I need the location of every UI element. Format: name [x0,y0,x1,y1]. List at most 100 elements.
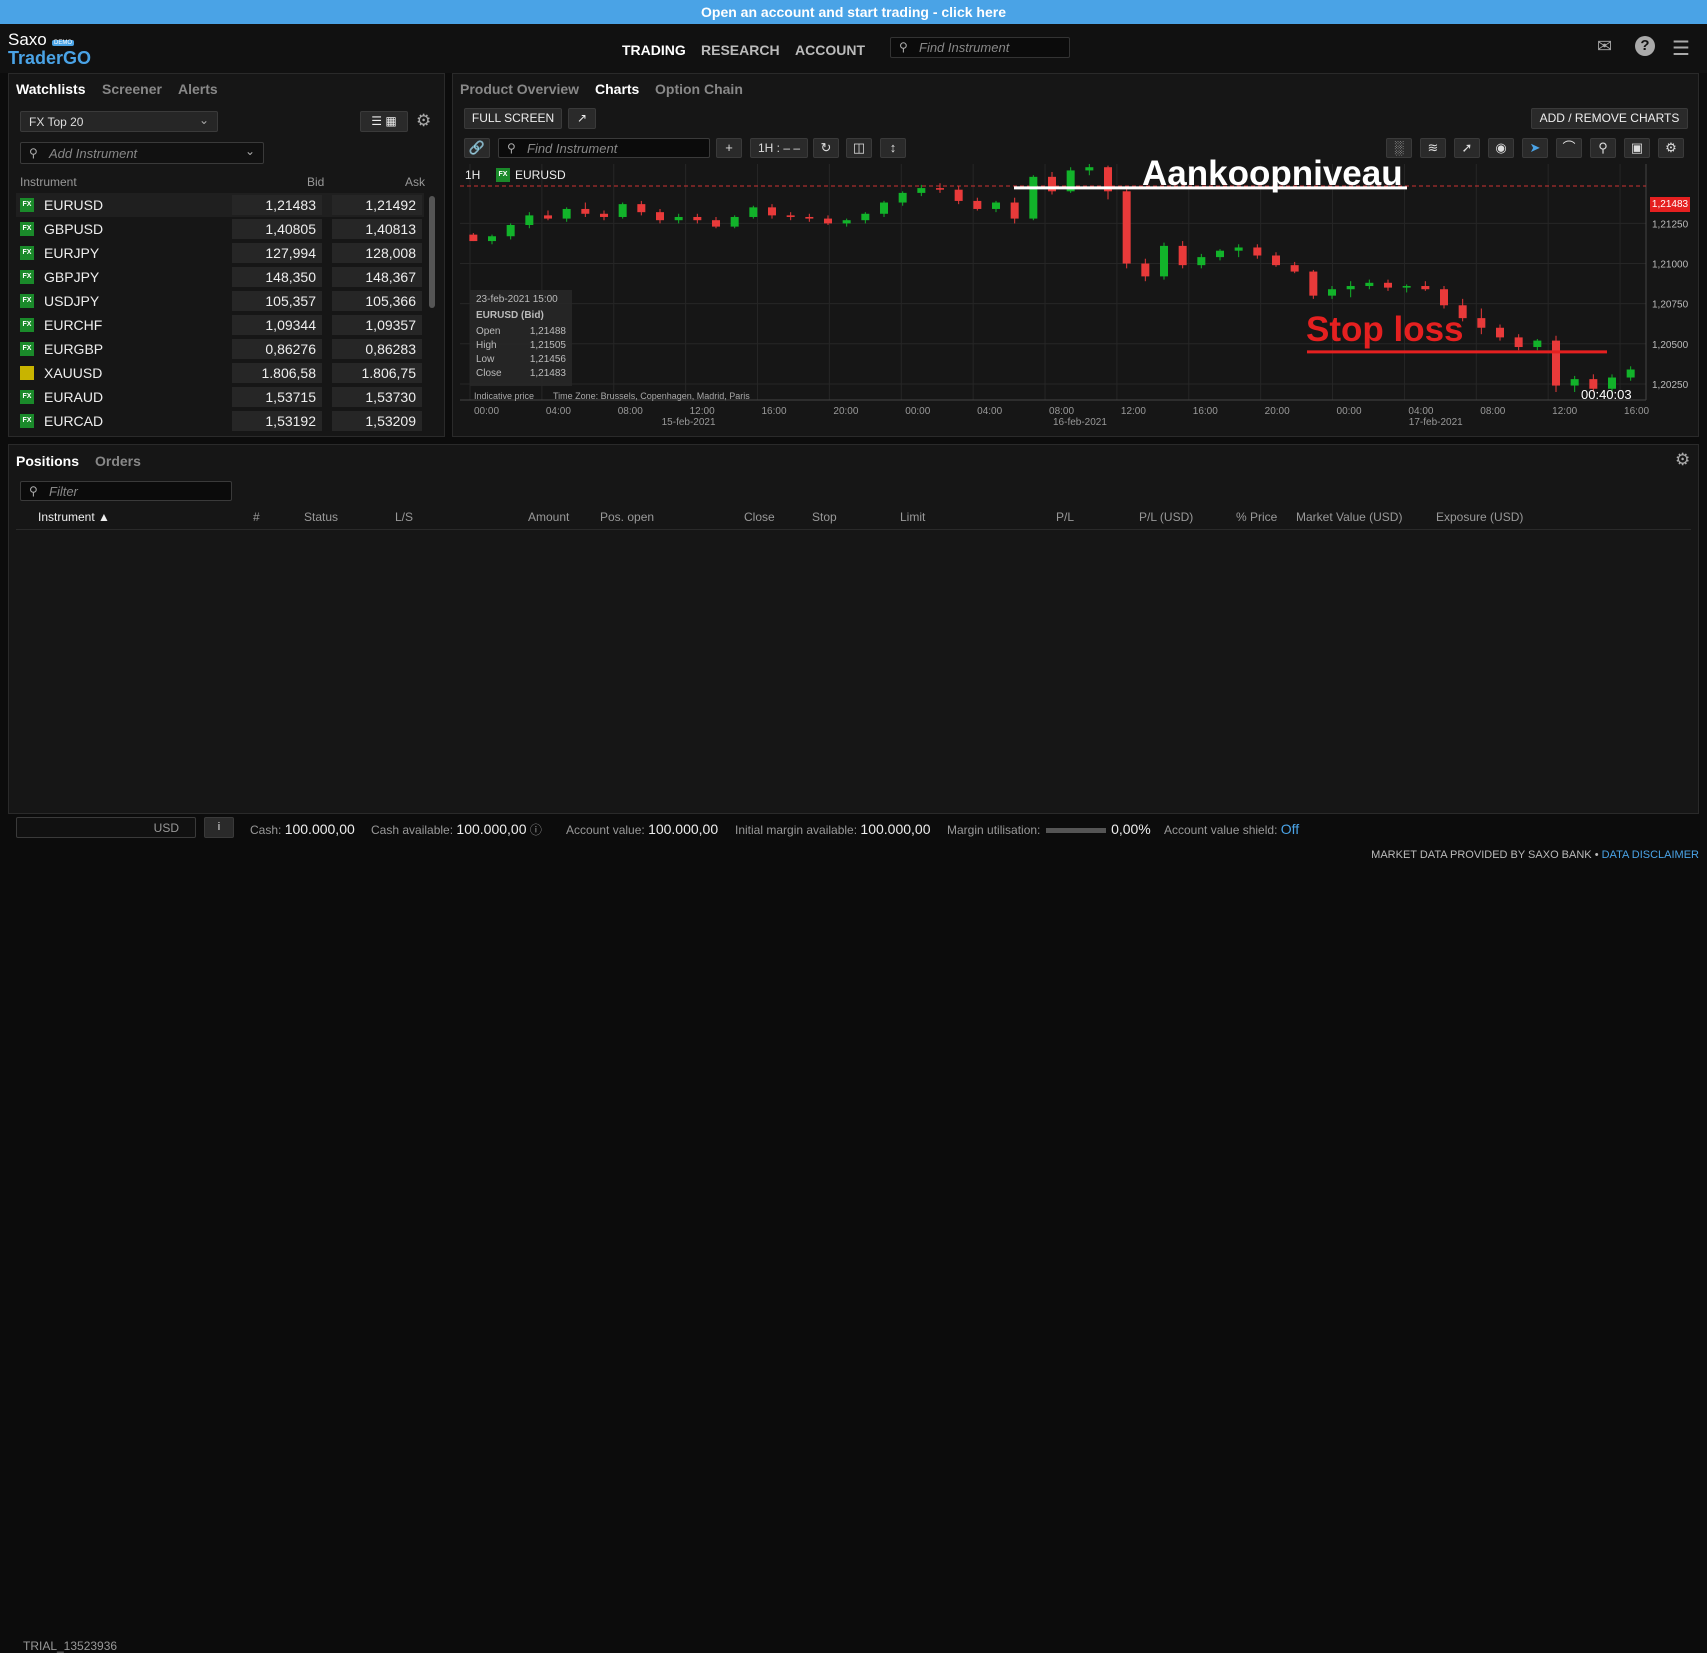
full-screen-button[interactable]: FULL SCREEN [464,108,562,129]
data-disclaimer-link[interactable]: DATA DISCLAIMER [1602,849,1699,861]
timeframe-button[interactable]: 1H : – – [750,138,808,158]
tab-positions[interactable]: Positions [16,453,79,469]
refresh-icon[interactable]: ↻ [813,138,839,158]
col-p-l[interactable]: P/L [1056,510,1074,524]
bid-price[interactable]: 1,09344 [232,315,322,335]
tab-orders[interactable]: Orders [95,453,141,469]
watchlist-row[interactable]: FX EURUSD 1,21483 1,21492 [16,193,424,217]
tab-alerts[interactable]: Alerts [178,81,218,97]
account-select[interactable]: TRIAL_13523936 USD [16,817,196,1653]
header-search-input[interactable]: ⚲ Find Instrument [890,37,1070,58]
info-icon[interactable]: ⓘ [530,823,542,837]
ask-price[interactable]: 1.806,75 [332,363,422,383]
tab-watchlists[interactable]: Watchlists [16,81,86,97]
chart-type-icon[interactable]: ◫ [846,138,872,158]
col-instrument[interactable]: Instrument [20,175,77,189]
curve-icon[interactable]: ⌒ [1556,138,1582,158]
account-info-button[interactable]: i [204,817,234,838]
col-exposure-usd[interactable]: Exposure (USD) [1436,510,1523,524]
watchlist-select[interactable]: FX Top 20 ⌄ [20,111,218,132]
instrument-name: XAUUSD [44,365,103,381]
watchlist-row[interactable]: GOLD XAUUSD 1.806,58 1.806,75 [16,361,424,385]
col-instrument[interactable]: Instrument ▲ [38,510,110,524]
camera-icon[interactable]: ▣ [1624,138,1650,158]
vertical-resize-icon[interactable]: ↕ [880,138,906,158]
bid-price[interactable]: 0,86276 [232,339,322,359]
col-bid[interactable]: Bid [307,175,324,189]
add-chart-icon[interactable]: + [716,138,742,158]
list-view-icon[interactable]: ☰ [371,114,382,128]
draw-line-icon[interactable]: ➚ [1454,138,1480,158]
margin-bar [1045,828,1106,834]
tab-screener[interactable]: Screener [102,81,162,97]
eye-icon[interactable]: ◉ [1488,138,1514,158]
ask-price[interactable]: 128,008 [332,243,422,263]
bid-price[interactable]: 1.806,58 [232,363,322,383]
bid-price[interactable]: 1,21483 [232,195,322,215]
gear-icon[interactable]: ⚙ [1675,450,1690,470]
col-price[interactable]: % Price [1236,510,1277,524]
col-pos-open[interactable]: Pos. open [600,510,654,524]
tab-option-chain[interactable]: Option Chain [655,81,743,97]
col-limit[interactable]: Limit [900,510,925,524]
add-instrument-input[interactable]: ⚲ Add Instrument ⌄ [20,142,264,164]
col-market-value-usd[interactable]: Market Value (USD) [1296,510,1402,524]
col-stop[interactable]: Stop [812,510,837,524]
link-icon[interactable]: 🔗 [464,138,490,158]
nav-trading[interactable]: TRADING [622,42,686,58]
bid-price[interactable]: 1,53192 [232,411,322,431]
scrollbar[interactable] [429,196,435,308]
app-header: Saxo DEMO TraderGO TRADING RESEARCH ACCO… [0,24,1707,73]
tab-charts[interactable]: Charts [595,81,639,97]
help-icon[interactable]: ? [1635,36,1655,56]
menu-icon[interactable]: ☰ [1672,36,1690,61]
filter-input[interactable]: ⚲ Filter [20,481,232,501]
tab-product-overview[interactable]: Product Overview [460,81,579,97]
watchlist-row[interactable]: FX EURAUD 1,53715 1,53730 [16,385,424,409]
ask-price[interactable]: 1,09357 [332,315,422,335]
x-tick-label: 00:00 [474,406,499,417]
watchlist-row[interactable]: FX EURJPY 127,994 128,008 [16,241,424,265]
price-chart[interactable]: 00:00 04:00 08:00 12:00 16:00 20:00 00:00 04:00… [460,164,1690,426]
add-remove-charts-button[interactable]: ADD / REMOVE CHARTS [1531,108,1688,129]
popout-icon[interactable]: ↗ [568,108,596,129]
ask-price[interactable]: 1,21492 [332,195,422,215]
watchlist-row[interactable]: FX EURCAD 1,53192 1,53209 [16,409,424,433]
zoom-icon[interactable]: ⚲ [1590,138,1616,158]
col-amount[interactable]: Amount [528,510,569,524]
mail-icon[interactable]: ✉ [1597,36,1612,57]
view-toggle[interactable]: ☰ ▦ [360,111,408,132]
chart-settings-icon[interactable]: ⚙ [1658,138,1684,158]
indicators-icon[interactable]: ≋ [1420,138,1446,158]
watchlist-row[interactable]: FX EURCHF 1,09344 1,09357 [16,313,424,337]
ask-price[interactable]: 1,53730 [332,387,422,407]
bid-price[interactable]: 105,357 [232,291,322,311]
ask-price[interactable]: 105,366 [332,291,422,311]
ask-price[interactable]: 1,53209 [332,411,422,431]
watchlist-row[interactable]: FX EURGBP 0,86276 0,86283 [16,337,424,361]
shield-toggle[interactable]: Off [1281,821,1299,837]
nav-account[interactable]: ACCOUNT [795,42,865,58]
col-close[interactable]: Close [744,510,775,524]
bid-price[interactable]: 148,350 [232,267,322,287]
watchlist-row[interactable]: FX USDJPY 105,357 105,366 [16,289,424,313]
watchlist-row[interactable]: FX GBPJPY 148,350 148,367 [16,265,424,289]
gear-icon[interactable]: ⚙ [416,111,431,131]
ask-price[interactable]: 1,40813 [332,219,422,239]
col-l-s[interactable]: L/S [395,510,413,524]
bid-price[interactable]: 1,40805 [232,219,322,239]
col-p-l-usd[interactable]: P/L (USD) [1139,510,1193,524]
cursor-icon[interactable]: ➤ [1522,138,1548,158]
chart-find-instrument-input[interactable]: ⚲ Find Instrument [498,138,710,158]
bid-price[interactable]: 1,53715 [232,387,322,407]
ask-price[interactable]: 148,367 [332,267,422,287]
nav-research[interactable]: RESEARCH [701,42,780,58]
bid-price[interactable]: 127,994 [232,243,322,263]
open-account-banner[interactable]: Open an account and start trading - clic… [0,0,1707,24]
watchlist-row[interactable]: FX GBPUSD 1,40805 1,40813 [16,217,424,241]
ask-price[interactable]: 0,86283 [332,339,422,359]
col-status[interactable]: Status [304,510,338,524]
grid-view-icon[interactable]: ▦ [385,114,396,128]
col-[interactable]: # [253,510,260,524]
col-ask[interactable]: Ask [405,175,425,189]
